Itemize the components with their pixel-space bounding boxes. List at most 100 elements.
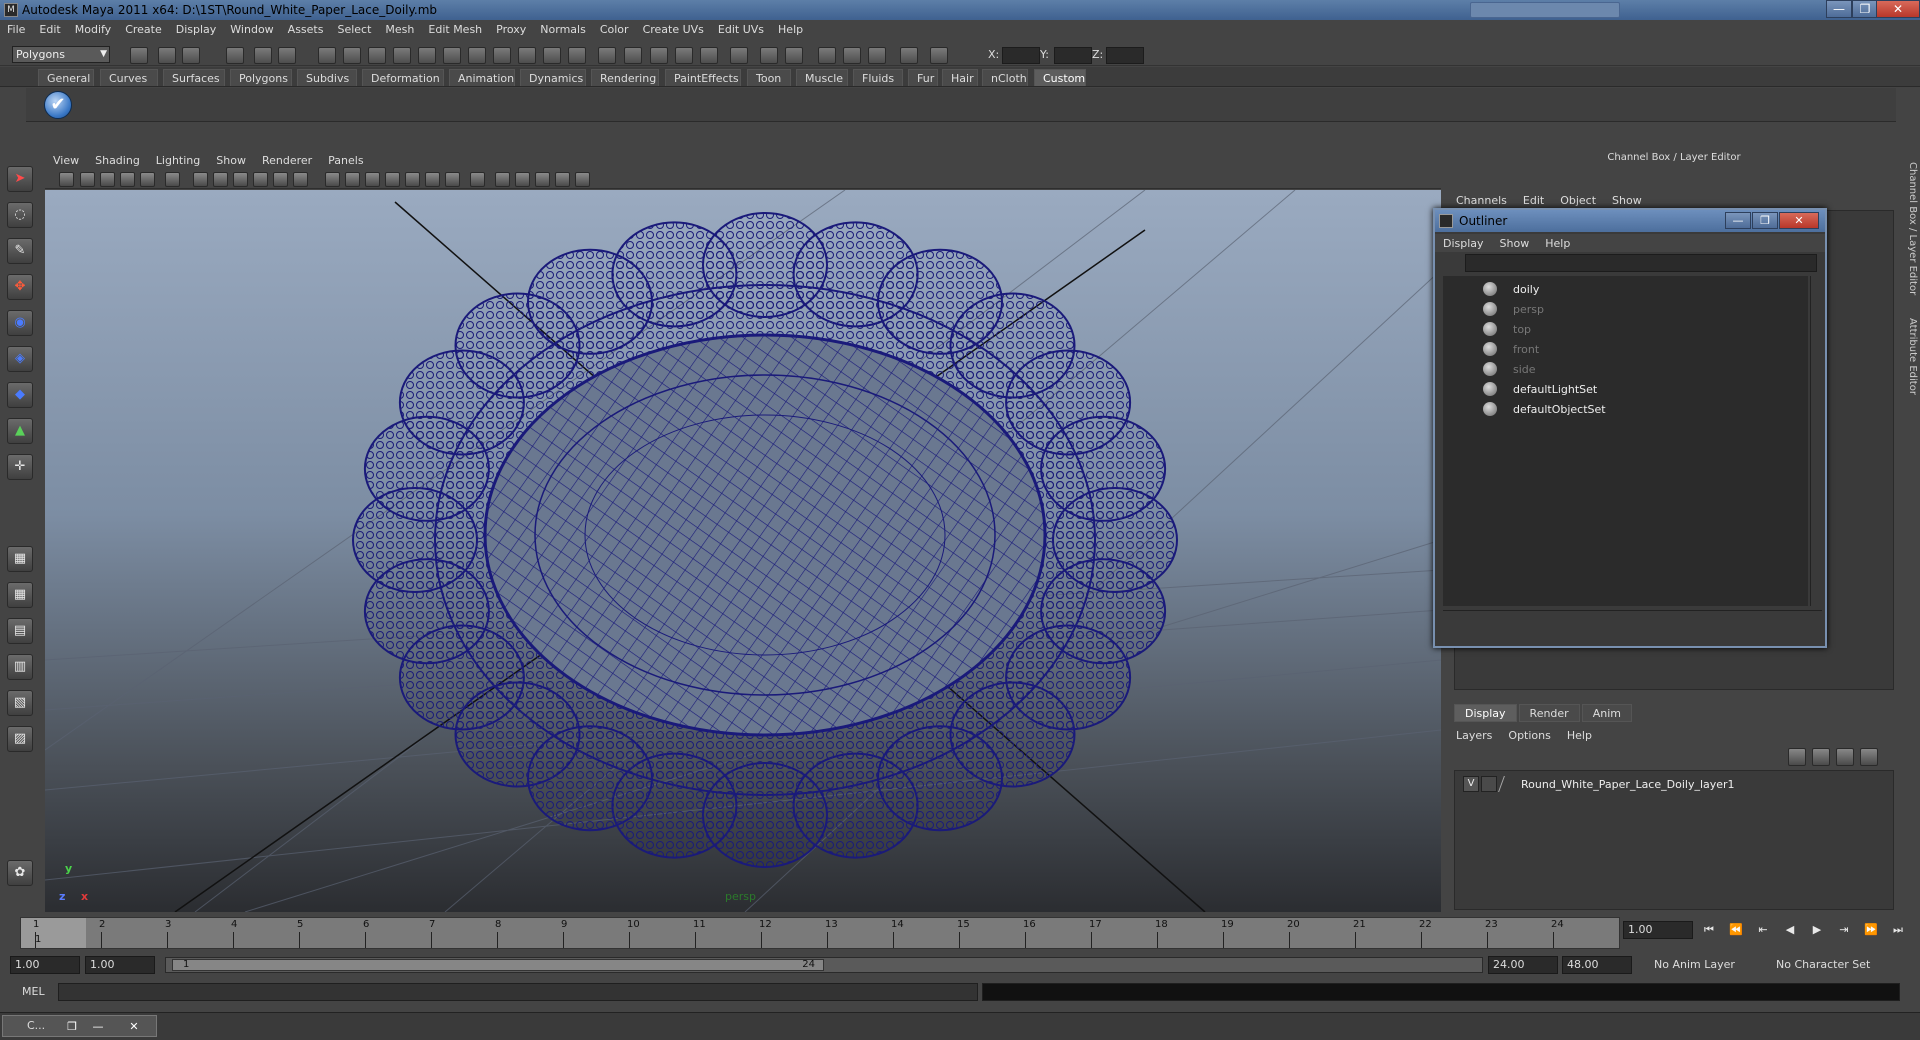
status-tool-icon[interactable] bbox=[650, 47, 668, 64]
outliner-item-top[interactable]: top bbox=[1483, 320, 1531, 338]
hypershade-layout-icon[interactable]: ▧ bbox=[7, 690, 33, 716]
outliner-menu-display[interactable]: Display bbox=[1435, 237, 1492, 250]
select-tool-icon[interactable]: ➤ bbox=[7, 166, 33, 192]
viewport-tool-icon[interactable] bbox=[535, 172, 550, 187]
status-tool-icon[interactable] bbox=[675, 47, 693, 64]
viewport-tool-icon[interactable] bbox=[293, 172, 308, 187]
status-tool-icon[interactable] bbox=[278, 47, 296, 64]
viewport-tool-icon[interactable] bbox=[575, 172, 590, 187]
menu-window[interactable]: Window bbox=[223, 23, 280, 36]
viewport-tool-icon[interactable] bbox=[59, 172, 74, 187]
checkmark-icon[interactable]: ✔ bbox=[44, 91, 72, 119]
range-slider[interactable]: 1 24 bbox=[165, 957, 1483, 973]
menu-select[interactable]: Select bbox=[330, 23, 378, 36]
minimize-button[interactable]: — bbox=[1826, 0, 1852, 18]
menu-assets[interactable]: Assets bbox=[281, 23, 331, 36]
viewport-menu-shading[interactable]: Shading bbox=[87, 154, 148, 167]
move-layer-down-icon[interactable] bbox=[1812, 748, 1830, 766]
help-search-input[interactable] bbox=[1470, 2, 1620, 18]
status-tool-icon[interactable] bbox=[543, 47, 561, 64]
viewport-tool-icon[interactable] bbox=[365, 172, 380, 187]
outliner-item-side[interactable]: side bbox=[1483, 360, 1536, 378]
outliner-horizontal-scrollbar[interactable] bbox=[1443, 610, 1822, 622]
viewport-tool-icon[interactable] bbox=[273, 172, 288, 187]
taskbar-item[interactable]: C... ❐ — ✕ bbox=[2, 1015, 157, 1037]
menu-edit[interactable]: Edit bbox=[32, 23, 67, 36]
viewport-canvas[interactable]: y x z persp bbox=[45, 190, 1441, 912]
outliner-close-button[interactable]: ✕ bbox=[1779, 212, 1819, 229]
time-slider-track[interactable]: 1 1 2 3 4 5 6 7 8 9 10 11 12 13 14 15 16 17 18 19 20 21 22 23 2… bbox=[20, 917, 1620, 949]
status-tool-icon[interactable] bbox=[760, 47, 778, 64]
menu-color[interactable]: Color bbox=[593, 23, 636, 36]
viewport-tool-icon[interactable] bbox=[495, 172, 510, 187]
viewport-tool-icon[interactable] bbox=[213, 172, 228, 187]
layer-color-swatch[interactable] bbox=[1498, 776, 1518, 792]
taskbar-maximize-button[interactable]: — bbox=[87, 1017, 109, 1035]
viewport-menu-lighting[interactable]: Lighting bbox=[148, 154, 208, 167]
status-tool-icon[interactable] bbox=[226, 47, 244, 64]
last-tool-icon[interactable]: ✛ bbox=[7, 454, 33, 480]
viewport-tool-icon[interactable] bbox=[555, 172, 570, 187]
shelf-tab-hair[interactable]: Hair bbox=[942, 69, 978, 86]
new-layer-selected-icon[interactable] bbox=[1860, 748, 1878, 766]
layer-tab-display[interactable]: Display bbox=[1454, 704, 1517, 722]
menu-modify[interactable]: Modify bbox=[68, 23, 118, 36]
layer-menu-help[interactable]: Help bbox=[1559, 729, 1600, 742]
scale-tool-icon[interactable]: ◈ bbox=[7, 346, 33, 372]
outliner-item-defaultobjectset[interactable]: defaultObjectSet bbox=[1483, 400, 1606, 418]
status-tool-icon[interactable] bbox=[900, 47, 918, 64]
viewport-menu-renderer[interactable]: Renderer bbox=[254, 154, 320, 167]
viewport-tool-icon[interactable] bbox=[385, 172, 400, 187]
layer-row[interactable]: V Round_White_Paper_Lace_Doily_layer1 bbox=[1463, 775, 1735, 793]
close-button[interactable]: ✕ bbox=[1876, 0, 1920, 18]
move-tool-icon[interactable]: ✥ bbox=[7, 274, 33, 300]
current-frame-field[interactable]: 1.00 bbox=[1623, 921, 1693, 939]
step-forward-key-icon[interactable]: ⏩ bbox=[1862, 922, 1880, 938]
taskbar-restore-button[interactable]: ❐ bbox=[61, 1017, 83, 1035]
animation-end-field[interactable]: 48.00 bbox=[1562, 956, 1632, 974]
shelf-tab-muscle[interactable]: Muscle bbox=[796, 69, 848, 86]
step-forward-frame-icon[interactable]: ⇥ bbox=[1835, 922, 1853, 938]
four-pane-layout-icon[interactable]: ▦ bbox=[7, 582, 33, 608]
viewport-tool-icon[interactable] bbox=[233, 172, 248, 187]
status-tool-icon[interactable] bbox=[518, 47, 536, 64]
taskbar-close-button[interactable]: ✕ bbox=[123, 1017, 145, 1035]
shelf-tab-ncloth[interactable]: nCloth bbox=[982, 69, 1028, 86]
script-layout-icon[interactable]: ▨ bbox=[7, 726, 33, 752]
status-tool-icon[interactable] bbox=[700, 47, 718, 64]
status-tool-icon[interactable] bbox=[493, 47, 511, 64]
status-tool-icon[interactable] bbox=[130, 47, 148, 64]
channel-box-menu-object[interactable]: Object bbox=[1552, 194, 1604, 207]
outliner-layout-icon[interactable]: ▤ bbox=[7, 618, 33, 644]
z-field[interactable] bbox=[1106, 47, 1144, 64]
shelf-tab-surfaces[interactable]: Surfaces bbox=[163, 69, 225, 86]
playback-end-field[interactable]: 24.00 bbox=[1488, 956, 1558, 974]
channel-box-menu-edit[interactable]: Edit bbox=[1515, 194, 1552, 207]
shelf-tab-general[interactable]: General bbox=[38, 69, 94, 86]
viewport-tool-icon[interactable] bbox=[345, 172, 360, 187]
viewport-tool-icon[interactable] bbox=[425, 172, 440, 187]
outliner-titlebar[interactable]: Outliner — ❐ ✕ bbox=[1435, 210, 1825, 232]
outliner-menu-show[interactable]: Show bbox=[1492, 237, 1538, 250]
shelf-tab-deformation[interactable]: Deformation bbox=[362, 69, 444, 86]
viewport-tool-icon[interactable] bbox=[193, 172, 208, 187]
new-layer-icon[interactable] bbox=[1836, 748, 1854, 766]
status-tool-icon[interactable] bbox=[443, 47, 461, 64]
outliner-item-persp[interactable]: persp bbox=[1483, 300, 1544, 318]
current-time-marker[interactable]: 1 bbox=[21, 918, 86, 948]
status-tool-icon[interactable] bbox=[158, 47, 176, 64]
viewport-tool-icon[interactable] bbox=[165, 172, 180, 187]
status-tool-icon[interactable] bbox=[318, 47, 336, 64]
status-tool-icon[interactable] bbox=[818, 47, 836, 64]
status-tool-icon[interactable] bbox=[624, 47, 642, 64]
outliner-item-front[interactable]: front bbox=[1483, 340, 1539, 358]
menu-edit-mesh[interactable]: Edit Mesh bbox=[421, 23, 489, 36]
menu-mesh[interactable]: Mesh bbox=[378, 23, 421, 36]
maximize-button[interactable]: ❐ bbox=[1852, 0, 1878, 18]
viewport-tool-icon[interactable] bbox=[120, 172, 135, 187]
status-tool-icon[interactable] bbox=[785, 47, 803, 64]
shelf-tab-polygons[interactable]: Polygons bbox=[230, 69, 292, 86]
single-pane-layout-icon[interactable]: ▦ bbox=[7, 546, 33, 572]
status-tool-icon[interactable] bbox=[730, 47, 748, 64]
outliner-vertical-scrollbar[interactable] bbox=[1810, 276, 1822, 606]
